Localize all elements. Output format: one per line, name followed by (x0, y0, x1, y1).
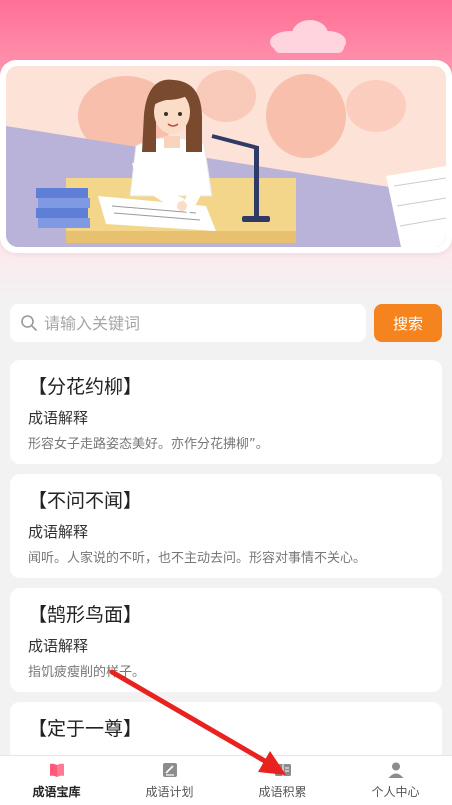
idiom-description: 形容女子走路姿态美好。亦作分花拂柳”。 (28, 437, 269, 452)
idiom-description: 闻听。人家说的不听，也不主动去问。形容对事情不关心。 (28, 551, 367, 566)
plan-icon (162, 763, 177, 777)
tab-personal-center[interactable]: 个人中心 (339, 756, 452, 805)
bottom-tab-bar: 成语宝库 成语计划 成语积累 个人中心 (0, 755, 452, 805)
tab-idiom-plan[interactable]: 成语计划 (113, 756, 226, 805)
idiom-subtitle: 成语解释 (28, 637, 89, 655)
idiom-subtitle: 成语解释 (28, 523, 89, 541)
idiom-card[interactable]: 【定于一尊】 (10, 702, 442, 762)
idiom-title: 【鹄形鸟面】 (28, 604, 143, 626)
tab-label: 成语计划 (145, 785, 194, 799)
tab-label: 成语积累 (258, 785, 307, 799)
notebook-icon (274, 764, 291, 776)
idiom-title: 【定于一尊】 (28, 718, 143, 740)
idiom-card[interactable]: 【不问不闻】 成语解释 闻听。人家说的不听，也不主动去问。形容对事情不关心。 (10, 474, 442, 578)
search-box[interactable] (10, 304, 366, 342)
search-icon (21, 315, 37, 331)
tab-idiom-library[interactable]: 成语宝库 (0, 756, 113, 805)
tab-label: 成语宝库 (32, 785, 81, 799)
cloud-icon (270, 20, 346, 53)
idiom-title: 【不问不闻】 (28, 490, 143, 512)
app-root: 搜索 【分花约柳】 成语解释 形容女子走路姿态美好。亦作分花拂柳”。 【不问不闻… (0, 0, 452, 805)
book-icon (49, 763, 64, 777)
tab-idiom-accumulate[interactable]: 成语积累 (226, 756, 339, 805)
search-input[interactable] (44, 313, 344, 333)
idiom-description: 指饥疲瘦削的样子。 (28, 665, 146, 680)
banner-illustration (6, 66, 446, 247)
person-icon (388, 762, 403, 778)
idiom-card[interactable]: 【分花约柳】 成语解释 形容女子走路姿态美好。亦作分花拂柳”。 (10, 360, 442, 464)
search-button[interactable]: 搜索 (374, 304, 442, 342)
banner (0, 60, 452, 253)
idiom-subtitle: 成语解释 (28, 409, 89, 427)
idiom-title: 【分花约柳】 (28, 376, 143, 398)
idiom-card[interactable]: 【鹄形鸟面】 成语解释 指饥疲瘦削的样子。 (10, 588, 442, 692)
tab-label: 个人中心 (371, 785, 420, 799)
